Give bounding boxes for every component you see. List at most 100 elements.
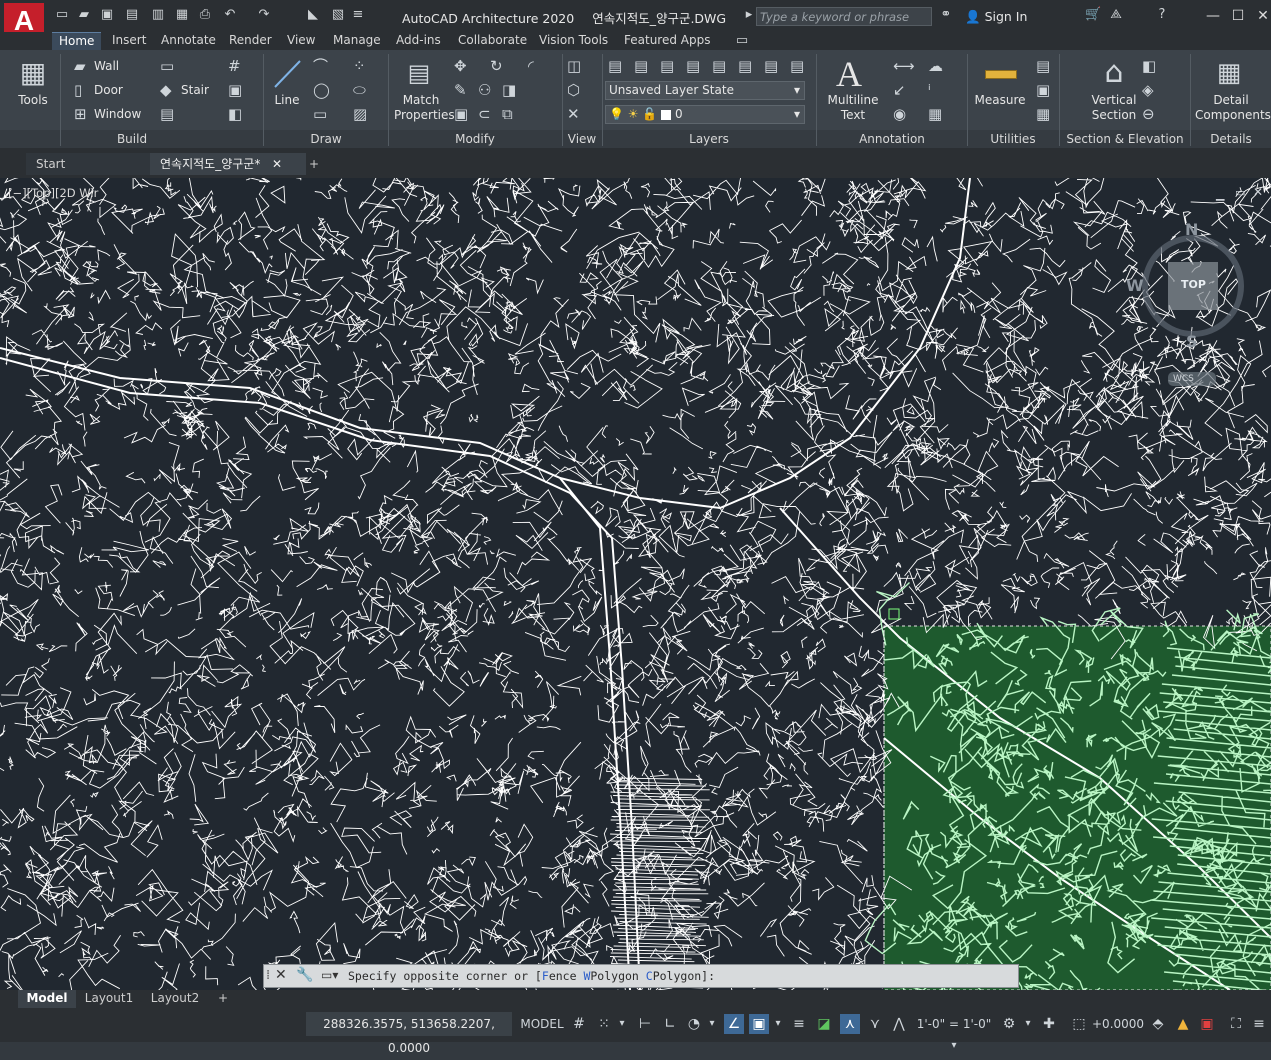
rectangle-icon[interactable]: ▭ [313, 106, 327, 122]
annotation-visibility-icon[interactable]: ⋎ [866, 1014, 884, 1034]
multiline-text-label-2[interactable]: Text [826, 108, 880, 123]
view-panel-title[interactable]: View [563, 131, 601, 147]
new-tab-icon[interactable]: + [306, 153, 322, 175]
select-similar-icon[interactable]: ▣ [1036, 82, 1050, 98]
layer-previous-icon[interactable]: ▤ [764, 58, 778, 74]
copy-icon[interactable]: ⚇ [478, 82, 491, 98]
tab-model[interactable]: Model [18, 990, 76, 1008]
grid-display-icon[interactable]: # [571, 1014, 587, 1034]
redo-icon[interactable]: ↷ [256, 8, 272, 22]
layer-match-icon[interactable]: ▤ [738, 58, 752, 74]
cart-icon[interactable]: 🛒 [1085, 8, 1101, 22]
fence-option[interactable]: ence [549, 969, 584, 983]
details-panel-title[interactable]: Details [1192, 131, 1270, 147]
leader-icon[interactable]: ↙ [893, 82, 906, 98]
build-panel-title[interactable]: Build [62, 131, 202, 147]
space-icon[interactable]: ▤ [160, 106, 174, 122]
window-button[interactable]: Window [94, 107, 141, 122]
annotation-scale-dropdown[interactable]: 1'-0" = 1'-0" ▾ [913, 1014, 995, 1051]
tab-featured-apps[interactable]: Featured Apps [624, 32, 710, 50]
annotation-panel-title[interactable]: Annotation [818, 131, 966, 147]
tools-button[interactable]: Tools [14, 93, 52, 108]
view-cube-icon[interactable]: ◫ [567, 58, 581, 74]
tab-home[interactable]: Home [52, 32, 102, 51]
polar-tracking-icon[interactable]: ◔ [685, 1014, 703, 1034]
tab-drawing[interactable]: 연속지적도_양구군* ✕ [150, 153, 306, 175]
plot-icon[interactable]: ⎙ [197, 8, 213, 22]
share-icon[interactable]: ◣ [305, 8, 321, 22]
command-grip-icon[interactable]: ⁞ [266, 968, 270, 983]
dimension-icon[interactable]: ⟷ [893, 58, 915, 74]
undo-icon[interactable]: ↶ [222, 8, 238, 22]
layer-walk-icon[interactable]: ▤ [790, 58, 804, 74]
auto-scale-icon[interactable]: ⋀ [890, 1014, 908, 1034]
tab-add-ins[interactable]: Add-ins [396, 32, 441, 50]
tab-layout2[interactable]: Layout2 [146, 990, 204, 1008]
model-space-button[interactable]: MODEL [516, 1014, 568, 1034]
array-icon[interactable]: ⧉ [502, 106, 513, 122]
wall-button[interactable]: Wall [94, 59, 119, 74]
compass-west[interactable]: W [1126, 276, 1144, 295]
fullscreen-icon[interactable]: ⛶ [1227, 1014, 1245, 1034]
quick-select-icon[interactable]: ▤ [1036, 58, 1050, 74]
tab-manage[interactable]: Manage [333, 32, 381, 50]
polyline-icon[interactable]: ⌒ [313, 58, 328, 74]
open-web-icon[interactable]: ▥ [150, 8, 166, 22]
minimize-button[interactable]: — [1203, 6, 1223, 26]
roof-icon[interactable]: ▭ [160, 58, 174, 74]
draw-panel-title[interactable]: Draw [265, 131, 387, 147]
elevation-icon[interactable]: ⬚ [1070, 1014, 1088, 1034]
erase-icon[interactable]: ✎ [454, 82, 467, 98]
modify-panel-title[interactable]: Modify [390, 131, 560, 147]
fence-option-key[interactable]: F [542, 969, 549, 983]
lineweight-icon[interactable]: ≡ [790, 1014, 808, 1034]
ellipse-icon[interactable]: ⬭ [353, 82, 366, 98]
compass-south[interactable]: S [1186, 332, 1198, 351]
help-icon[interactable]: ? [1154, 8, 1170, 22]
search-input[interactable]: Type a keyword or phrase [756, 7, 932, 26]
layer-isolate-icon[interactable]: ▤ [660, 58, 674, 74]
layer-properties-icon[interactable]: ▤ [608, 58, 622, 74]
tab-view[interactable]: View [287, 32, 315, 50]
save-as-icon[interactable]: ▤ [124, 8, 140, 22]
tab-start[interactable]: Start [26, 153, 156, 175]
workspace-switching-icon[interactable]: ⚙ [1000, 1014, 1018, 1034]
compass-north[interactable]: N [1185, 220, 1198, 239]
wpolygon-option[interactable]: Polygon [590, 969, 645, 983]
section-mark-icon[interactable]: ⊖ [1142, 106, 1155, 122]
elevation-value[interactable]: +0.0000 [1092, 1014, 1144, 1034]
layer-lock-icon[interactable]: ▤ [712, 58, 726, 74]
tab-vision-tools[interactable]: Vision Tools [539, 32, 608, 50]
new-icon[interactable]: ▭ [54, 8, 70, 22]
close-button[interactable]: ✕ [1253, 6, 1271, 26]
tab-collaborate[interactable]: Collaborate [458, 32, 527, 50]
mirror-icon[interactable]: ◨ [502, 82, 516, 98]
drawing-canvas[interactable]: TOP N S W WCS ▁ ▭ ✕ [0, 178, 1271, 990]
ortho-mode-icon[interactable]: ∟ [661, 1014, 679, 1034]
zoom-icon[interactable]: ✕ [567, 106, 580, 122]
utilities-panel-title[interactable]: Utilities [969, 131, 1057, 147]
viewport-minimize-icon[interactable]: ▁ [1216, 188, 1224, 201]
detail-components-label-2[interactable]: Components [1195, 108, 1271, 123]
stretch-icon[interactable]: ▣ [454, 106, 468, 122]
workspace-icon[interactable]: ▧ [330, 8, 346, 22]
fillet-icon[interactable]: ◜ [528, 58, 534, 74]
callout-icon[interactable]: ◈ [1142, 82, 1154, 98]
isolate-objects-icon[interactable]: ⬘ [1149, 1014, 1167, 1034]
table-icon[interactable]: ▦ [928, 106, 942, 122]
maximize-button[interactable]: ☐ [1228, 6, 1248, 26]
chevron-down-icon[interactable]: ▾ [706, 1014, 718, 1034]
line-button[interactable]: Line [268, 93, 306, 108]
viewcube-top-label[interactable]: TOP [1181, 278, 1206, 291]
object-snap-tracking-icon[interactable]: ▣ [749, 1014, 769, 1034]
circle-icon[interactable]: ◯ [313, 82, 330, 98]
annotation-scale-icon[interactable]: ⋏ [840, 1014, 860, 1034]
detail-components-label-1[interactable]: Detail [1195, 93, 1267, 108]
isolate-icon[interactable]: ⬡ [567, 82, 580, 98]
layer-state-dropdown[interactable]: Unsaved Layer State ▾ [605, 81, 805, 100]
vertical-section-label-2[interactable]: Section [1086, 108, 1142, 123]
save-icon[interactable]: ▣ [99, 8, 115, 22]
section-elevation-panel-title[interactable]: Section & Elevation [1061, 131, 1189, 147]
match-properties-label-2[interactable]: Properties [394, 108, 455, 123]
layer-freeze-icon[interactable]: ▤ [686, 58, 700, 74]
